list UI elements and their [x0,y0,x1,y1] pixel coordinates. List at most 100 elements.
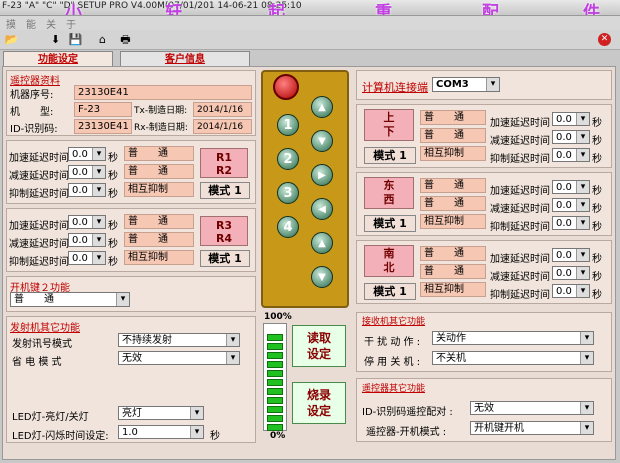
axis-mode-button[interactable]: 模式 1 [364,283,416,300]
sec-label: 秒 [108,153,118,164]
sec-label: 秒 [592,186,602,197]
decel-label: 减速延迟时间 [490,272,550,283]
axis-decel-select[interactable]: 0.0 [552,266,590,280]
startup-mode-select[interactable]: 开机键开机 [470,421,594,435]
serial-label: 机器序号: [10,90,54,101]
axis-button[interactable]: 上下 [364,109,414,141]
com-port-select[interactable]: COM3 [432,77,500,92]
r34-value-1: 普 通 [124,214,194,229]
axis-mode-button[interactable]: 模式 1 [364,215,416,232]
watermark-char: 重 [375,3,393,16]
axis-value-1: 普 通 [420,110,486,125]
axis-value-3: 相互抑制 [420,146,486,161]
decel-label: 减速延迟时间 [490,204,550,215]
blink-select[interactable]: 1.0 [118,425,204,439]
inhibit-label: 抑制延迟时间 [490,222,550,233]
close-icon[interactable]: ✕ [598,33,611,46]
print-icon[interactable]: 🖶 [118,33,133,47]
interference-label: 干 扰 动 作 : [364,337,421,348]
axis-value-2: 普 通 [420,196,486,211]
arrow-down-icon: ▼ [311,266,333,288]
sec-label: 秒 [592,154,602,165]
arrow-up-icon: ▲ [311,96,333,118]
read-settings-button[interactable]: 读取 设定 [292,325,346,367]
interference-select[interactable]: 关动作 [432,331,594,345]
r3-r4-button[interactable]: R3 R4 [200,216,248,246]
axis-decel-select[interactable]: 0.0 [552,198,590,212]
inhibit-label: 抑制延迟时间 [490,154,550,165]
r12-accel-select[interactable]: 0.0 [68,147,106,161]
stop-shutdown-select[interactable]: 不关机 [432,351,594,365]
key2-select[interactable]: 普 通 [10,292,130,307]
axis-button[interactable]: 东西 [364,177,414,209]
emergency-stop-icon [273,74,299,100]
decel-label: 减速延迟时间 [9,171,69,182]
meter-top-label: 100% [264,312,292,322]
accel-label: 加速延迟时间 [490,254,550,265]
r12-mode-button[interactable]: 模式 1 [200,182,250,199]
tx-date-value: 2014/1/16 [193,102,252,117]
axis-mode-button[interactable]: 模式 1 [364,147,416,164]
r34-value-3: 相互抑制 [124,250,194,265]
save-icon[interactable]: 💾 [68,33,83,47]
id-label: ID-识别码: [10,124,58,135]
r34-inhibit-select[interactable]: 0.0 [68,251,106,265]
sec-label: 秒 [108,221,118,232]
tab-client-info[interactable]: 客户信息 [120,51,250,67]
computer-port-label: 计算机连接端 [362,81,428,94]
axis-value-2: 普 通 [420,264,486,279]
r12-decel-select[interactable]: 0.0 [68,165,106,179]
arrow-left-icon: ◀ [311,198,333,220]
watermark-char: 起 [268,3,286,16]
sec-label: 秒 [592,136,602,147]
watermark-char: 件 [583,3,601,16]
open-icon[interactable]: 📂 [4,33,19,47]
arrow-down-icon: ▼ [311,130,333,152]
sec-label: 秒 [210,431,220,442]
startup-mode-label: 遥控器-开机模式 : [366,427,447,438]
meter-segment [267,397,283,404]
led-select[interactable]: 亮灯 [118,406,204,420]
r34-value-2: 普 通 [124,232,194,247]
r12-inhibit-select[interactable]: 0.0 [68,183,106,197]
axis-accel-select[interactable]: 0.0 [552,180,590,194]
r34-decel-select[interactable]: 0.0 [68,233,106,247]
sec-label: 秒 [592,222,602,233]
home-icon[interactable]: ⌂ [95,33,110,47]
sec-label: 秒 [108,171,118,182]
arrow-right-icon: ▶ [311,164,333,186]
meter-segment [267,388,283,395]
meter-segment [267,370,283,377]
axis-button[interactable]: 南北 [364,245,414,277]
download-icon[interactable]: ⬇ [48,33,63,47]
axis-accel-select[interactable]: 0.0 [552,112,590,126]
power-save-label: 省 电 模 式 [12,357,62,368]
r1-r2-button[interactable]: R1 R2 [200,148,248,178]
meter-segment [267,406,283,413]
led-label: LED灯-亮灯/关灯 [12,412,89,423]
stop-shutdown-label: 停 用 关 机 : [364,357,421,368]
sec-label: 秒 [108,239,118,250]
meter-segment [267,379,283,386]
power-save-select[interactable]: 无效 [118,351,240,365]
meter-segment [267,334,283,341]
axis-decel-select[interactable]: 0.0 [552,130,590,144]
id-pairing-select[interactable]: 无效 [470,401,594,415]
write-settings-button[interactable]: 烧录 设定 [292,382,346,424]
axis-inhibit-select[interactable]: 0.0 [552,216,590,230]
r34-mode-button[interactable]: 模式 1 [200,250,250,267]
window-title: F-23 "A" "C" "D" SETUP PRO V4.00M(07/01/… [2,1,302,11]
axis-inhibit-select[interactable]: 0.0 [552,284,590,298]
r34-accel-select[interactable]: 0.0 [68,215,106,229]
signal-mode-select[interactable]: 不持续发射 [118,333,240,347]
axis-accel-select[interactable]: 0.0 [552,248,590,262]
axis-value-3: 相互抑制 [420,214,486,229]
sec-label: 秒 [108,189,118,200]
tx-date-label: Tx-制造日期: [134,106,188,116]
rx-date-label: Rx-制造日期: [134,123,188,133]
axis-inhibit-select[interactable]: 0.0 [552,148,590,162]
arrow-up-icon: ▲ [311,232,333,254]
sec-label: 秒 [108,257,118,268]
tab-function-settings[interactable]: 功能设定 [3,51,113,67]
sec-label: 秒 [592,290,602,301]
